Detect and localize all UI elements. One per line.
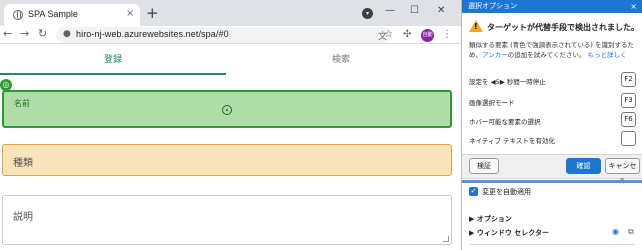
options-section-toggle[interactable]: ▶ オプション: [469, 214, 512, 224]
description-field[interactable]: 説明: [2, 195, 452, 245]
confirm-button[interactable]: 確認: [566, 158, 601, 174]
kind-field[interactable]: 種類: [2, 144, 452, 176]
option-label: ホバー可能な要素の選択: [469, 118, 541, 126]
warning-title: ターゲットが代替手段で検出されました。: [487, 23, 639, 32]
option-label: 画像選択モード: [469, 99, 515, 107]
option-row-pause: 設定を ◀5▶ 秒間一時停止 F2: [469, 72, 637, 89]
window-close-icon[interactable]: ✕: [437, 5, 445, 16]
auto-apply-checkbox[interactable]: ✓: [469, 187, 478, 196]
globe-icon: [13, 10, 23, 20]
reload-icon[interactable]: ↻: [38, 27, 47, 40]
new-tab-button[interactable]: +: [146, 4, 159, 22]
hotkey-f2-button[interactable]: F2: [621, 72, 636, 87]
tab-title: SPA Sample: [28, 9, 78, 19]
browser-toolbar: ← → ↻ ● hiro-nj-web.azurewebsites.net/sp…: [0, 26, 461, 44]
description-field-label: 説明: [13, 212, 33, 223]
cancel-button[interactable]: キャンセル: [605, 158, 640, 185]
warning-icon: !: [469, 20, 483, 32]
hotkey-f3-button[interactable]: F3: [621, 93, 636, 108]
kind-field-label: 種類: [13, 158, 33, 169]
forward-icon[interactable]: →: [20, 27, 29, 40]
hotkey-empty-button[interactable]: [621, 131, 636, 146]
browser-tab[interactable]: SPA Sample ×: [4, 4, 140, 26]
panel-title: 選択オプション: [468, 2, 517, 10]
copy-icon[interactable]: ⧉: [628, 227, 634, 237]
tab-search[interactable]: 検索: [228, 49, 454, 75]
extensions-icon[interactable]: ✣: [403, 29, 411, 40]
back-icon[interactable]: ←: [3, 27, 12, 40]
name-field-label: 名前: [14, 99, 30, 108]
window-selector-icon[interactable]: ◉: [612, 227, 619, 236]
warning-body: 類似する要素 (青色で強調表示されている) を識別するため、アンカーの追加を試み…: [469, 40, 637, 60]
option-row-native-text: ネイティブ テキストを有効化: [469, 131, 637, 148]
resize-handle-icon[interactable]: [443, 236, 449, 242]
option-row-image-mode: 画像選択モード F3: [469, 93, 637, 110]
panel-divider: [462, 180, 642, 183]
selection-options-panel: 選択オプション × ! ターゲットが代替手段で検出されました。 類似する要素 (…: [461, 0, 642, 250]
option-label: 設定を ◀5▶ 秒間一時停止: [469, 78, 546, 86]
crosshair-icon: [222, 105, 232, 115]
lock-icon: ●: [63, 29, 71, 39]
auto-apply-label: 変更を自動適用: [482, 188, 531, 196]
browser-tab-strip: SPA Sample × + ▾ — ☐ ✕: [0, 0, 461, 26]
anchor-link[interactable]: アンカー: [482, 51, 508, 59]
address-bar[interactable]: ● hiro-nj-web.azurewebsites.net/spa/#0 文: [56, 27, 392, 43]
name-field[interactable]: 名前: [2, 90, 452, 128]
tab-search-icon[interactable]: ▾: [362, 8, 373, 19]
window-selector-section-toggle[interactable]: ▶ ウィンドウ セレクター: [469, 228, 549, 238]
option-label: ネイティブ テキストを有効化: [469, 137, 555, 145]
validate-button[interactable]: 検証: [469, 158, 499, 174]
learn-more-link[interactable]: もっと詳しく: [588, 51, 627, 59]
panel-bottom-row: [470, 244, 635, 250]
hotkey-f6-button[interactable]: F6: [621, 112, 636, 127]
bookmark-star-icon[interactable]: ☆: [384, 29, 393, 40]
browser-menu-icon[interactable]: ⋮: [442, 29, 452, 40]
minimize-icon[interactable]: —: [385, 5, 395, 16]
panel-header: 選択オプション ×: [462, 0, 642, 13]
tab-close-icon[interactable]: ×: [126, 8, 134, 19]
tab-register[interactable]: 登録: [0, 49, 226, 75]
maximize-icon[interactable]: ☐: [410, 5, 419, 16]
profile-avatar[interactable]: 自動: [421, 29, 434, 42]
option-row-hover-select: ホバー可能な要素の選択 F6: [469, 112, 637, 129]
page-content: 登録 検索 ◎ 名前 種類 説明: [0, 45, 461, 250]
panel-close-icon[interactable]: ×: [630, 0, 637, 13]
warning-text-2: の追加を試みてください。: [507, 51, 586, 59]
url-text[interactable]: hiro-nj-web.azurewebsites.net/spa/#0: [76, 29, 229, 39]
